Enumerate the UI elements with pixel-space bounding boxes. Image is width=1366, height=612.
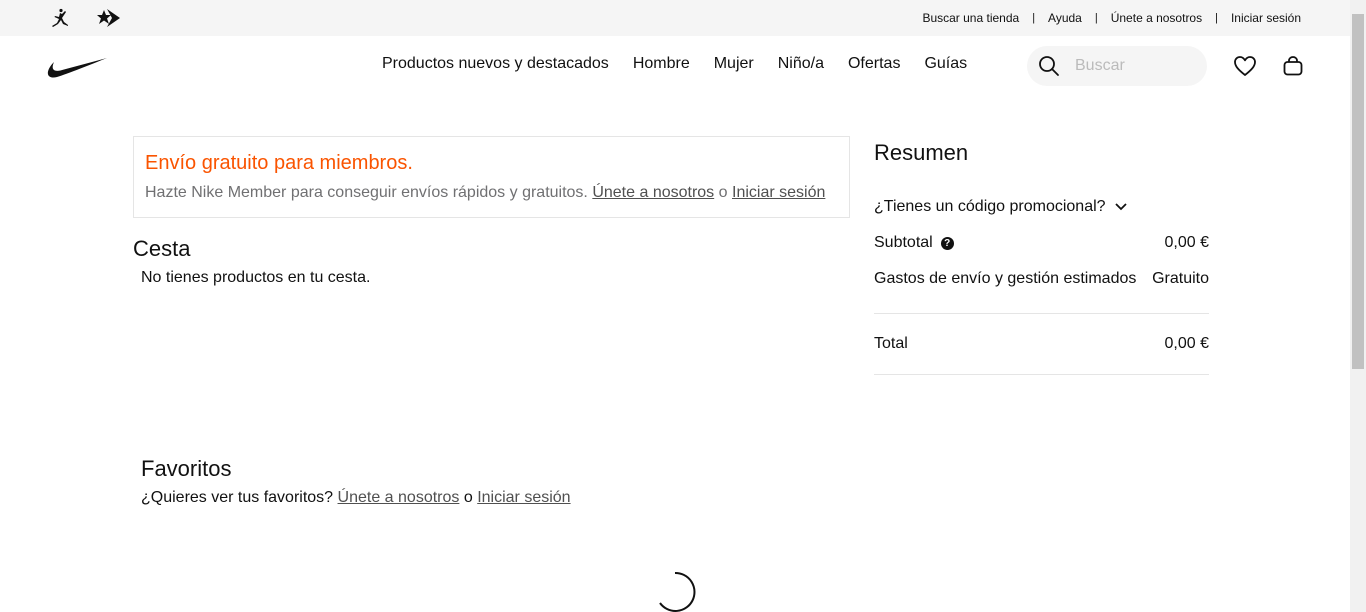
total-label: Total — [874, 335, 908, 352]
banner-or: o — [718, 184, 728, 201]
favorites-question: ¿Quieres ver tus favoritos? — [141, 489, 334, 506]
divider — [874, 374, 1209, 375]
banner-message: Hazte Nike Member para conseguir envíos … — [145, 184, 588, 201]
utility-links: Buscar una tienda | Ayuda | Únete a noso… — [922, 11, 1301, 25]
favorites-join-link[interactable]: Únete a nosotros — [338, 489, 460, 506]
favorites-login-link[interactable]: Iniciar sesión — [477, 489, 570, 506]
help-link[interactable]: Ayuda — [1048, 11, 1082, 25]
page-scrollbar[interactable] — [1350, 0, 1366, 612]
banner-login-link[interactable]: Iniciar sesión — [732, 184, 825, 201]
bag-empty-message: No tienes productos en tu cesta. — [141, 269, 371, 286]
converse-logo-icon[interactable] — [95, 8, 121, 33]
banner-title: Envío gratuito para miembros. — [145, 152, 413, 174]
banner-text: Hazte Nike Member para conseguir envíos … — [145, 184, 838, 202]
nike-swoosh-icon[interactable] — [47, 56, 108, 83]
total-value: 0,00 € — [1164, 335, 1209, 352]
find-store-link[interactable]: Buscar una tienda — [922, 11, 1019, 25]
bag-icon[interactable] — [1282, 55, 1304, 82]
promo-code-label: ¿Tienes un código promocional? — [874, 198, 1106, 215]
main-menu: Productos nuevos y destacados Hombre Muj… — [382, 55, 991, 73]
subtotal-row: Subtotal? 0,00 € — [874, 234, 1209, 252]
separator: | — [1094, 12, 1098, 24]
total-row: Total 0,00 € — [874, 335, 1209, 353]
favorites-or: o — [463, 489, 473, 506]
divider — [874, 313, 1209, 314]
search-input[interactable] — [1075, 55, 1195, 77]
subtotal-label: Subtotal — [874, 234, 933, 251]
bag-heading: Cesta — [133, 236, 191, 261]
menu-item-sale[interactable]: Ofertas — [848, 55, 900, 73]
menu-item-women[interactable]: Mujer — [714, 55, 754, 73]
promo-code-toggle[interactable]: ¿Tienes un código promocional? — [874, 198, 1128, 216]
member-shipping-banner: Envío gratuito para miembros. Hazte Nike… — [133, 136, 850, 218]
main-nav: Productos nuevos y destacados Hombre Muj… — [0, 36, 1350, 96]
menu-item-men[interactable]: Hombre — [633, 55, 690, 73]
separator: | — [1032, 12, 1036, 24]
summary-title: Resumen — [874, 140, 969, 165]
chevron-down-icon — [1114, 203, 1127, 211]
order-summary: Resumen ¿Tienes un código promocional? S… — [874, 140, 1209, 375]
shipping-label: Gastos de envío y gestión estimados — [874, 270, 1137, 287]
spinner-icon — [654, 571, 696, 612]
question-circle-icon[interactable]: ? — [940, 237, 954, 250]
favorites-heading: Favoritos — [141, 456, 232, 481]
separator: | — [1215, 12, 1218, 24]
join-link[interactable]: Únete a nosotros — [1111, 11, 1202, 25]
search-icon[interactable] — [1038, 55, 1060, 82]
banner-join-link[interactable]: Únete a nosotros — [592, 184, 714, 201]
favorites-text: ¿Quieres ver tus favoritos? Únete a noso… — [141, 489, 571, 507]
jordan-logo-icon[interactable] — [50, 8, 70, 33]
login-link[interactable]: Iniciar sesión — [1231, 11, 1301, 25]
heart-icon[interactable] — [1233, 55, 1257, 82]
scrollbar-thumb[interactable] — [1352, 14, 1364, 369]
utility-bar: Buscar una tienda | Ayuda | Únete a noso… — [0, 0, 1350, 36]
shipping-value: Gratuito — [1152, 270, 1209, 287]
menu-item-kids[interactable]: Niño/a — [778, 55, 824, 73]
subtotal-value: 0,00 € — [1164, 234, 1209, 251]
shipping-row: Gastos de envío y gestión estimados Grat… — [874, 270, 1209, 288]
menu-item-guides[interactable]: Guías — [924, 55, 967, 73]
menu-item-new-featured[interactable]: Productos nuevos y destacados — [382, 55, 609, 73]
search-box[interactable] — [1027, 46, 1207, 86]
